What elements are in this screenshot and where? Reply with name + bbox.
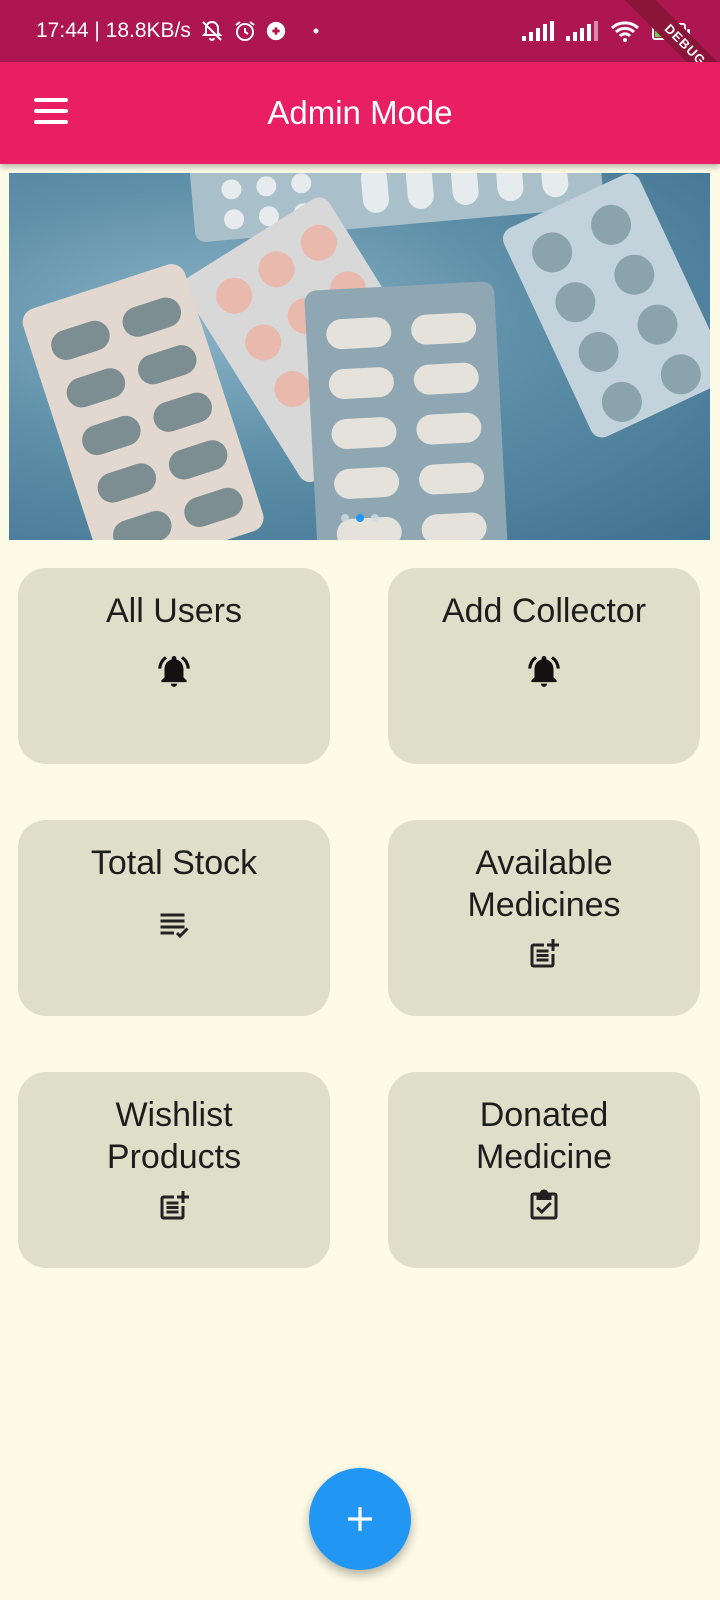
card-label: Donated Medicine xyxy=(475,1096,613,1176)
notifications-active-icon xyxy=(388,652,700,690)
carousel-dot[interactable] xyxy=(370,514,379,522)
plus-icon xyxy=(345,1504,375,1534)
banner-carousel[interactable] xyxy=(9,173,710,540)
carousel-dot-active[interactable] xyxy=(355,514,364,522)
hamburger-menu-icon[interactable] xyxy=(34,98,68,126)
signal-icon-2 xyxy=(566,21,598,41)
signal-icon xyxy=(522,21,554,41)
post-add-icon xyxy=(388,936,700,972)
donated-medicine-card[interactable]: Donated Medicine xyxy=(388,1072,700,1268)
card-label: All Users xyxy=(105,592,243,630)
total-stock-card[interactable]: Total Stock xyxy=(18,820,330,1016)
status-bar: 17:44 | 18.8KB/s 98 DEBUG xyxy=(0,0,720,106)
medicine-pills-image xyxy=(22,173,710,540)
status-time-speed: 17:44 | 18.8KB/s xyxy=(36,19,191,42)
dot-icon xyxy=(313,28,319,34)
notifications-off-icon xyxy=(199,19,225,43)
checklist-icon xyxy=(18,906,330,942)
app-bar: Admin Mode xyxy=(0,62,720,164)
card-label: Available Medicines xyxy=(467,844,621,924)
notifications-active-icon xyxy=(18,652,330,690)
add-fab-button[interactable] xyxy=(309,1468,411,1570)
carousel-dot[interactable] xyxy=(340,514,349,522)
vpn-icon xyxy=(265,20,287,42)
wishlist-products-card[interactable]: Wishlist Products xyxy=(18,1072,330,1268)
card-label: Add Collector xyxy=(441,592,647,630)
add-collector-card[interactable]: Add Collector xyxy=(388,568,700,764)
card-label: Total Stock xyxy=(90,844,258,882)
wifi-icon xyxy=(610,20,640,42)
page-title: Admin Mode xyxy=(267,94,453,131)
card-label: Wishlist Products xyxy=(106,1096,242,1176)
post-add-icon xyxy=(18,1188,330,1224)
assignment-turned-in-icon xyxy=(388,1188,700,1224)
all-users-card[interactable]: All Users xyxy=(18,568,330,764)
available-medicines-card[interactable]: Available Medicines xyxy=(388,820,700,1016)
alarm-icon xyxy=(233,19,257,43)
carousel-indicator xyxy=(340,514,379,522)
